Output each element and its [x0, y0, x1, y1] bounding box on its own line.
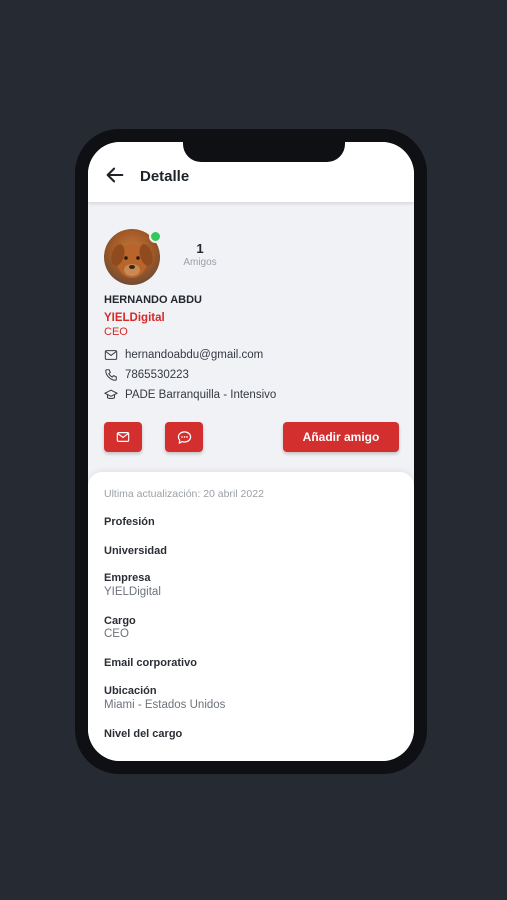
add-friend-button[interactable]: Añadir amigo: [283, 422, 399, 452]
profile-name: HERNANDO ABDU: [104, 294, 202, 306]
friends-label: Amigos: [183, 257, 217, 268]
position-value: CEO: [104, 628, 129, 640]
send-message-button[interactable]: [165, 422, 203, 452]
profession-label: Profesión: [104, 516, 155, 528]
phone-frame: Detalle 1 Amigos HERNANDO ABDU YIELDigit…: [75, 129, 427, 774]
back-arrow-icon[interactable]: [104, 164, 126, 186]
phone-row: 7865530223: [104, 367, 189, 383]
chat-icon: [177, 430, 191, 444]
send-email-button[interactable]: [104, 422, 142, 452]
program-row: PADE Barranquilla - Intensivo: [104, 387, 276, 403]
last-updated-text: Ultima actualización: 20 abril 2022: [104, 488, 264, 500]
location-value: Miami - Estados Unidos: [104, 699, 226, 711]
online-status-dot: [149, 230, 162, 243]
details-card: Ultima actualización: 20 abril 2022 Prof…: [88, 472, 414, 761]
phone-text: 7865530223: [125, 369, 189, 381]
avatar-container: [104, 229, 162, 285]
company-value: YIELDigital: [104, 586, 161, 598]
mail-icon: [104, 350, 118, 360]
position-level-label: Nivel del cargo: [104, 728, 183, 740]
position-label: Cargo: [104, 615, 136, 627]
corporate-email-label: Email corporativo: [104, 657, 197, 669]
phone-notch: [183, 142, 345, 162]
graduation-cap-icon: [104, 389, 118, 400]
page-title: Detalle: [140, 168, 190, 185]
app-screen: Detalle 1 Amigos HERNANDO ABDU YIELDigit…: [88, 142, 414, 761]
phone-icon: [105, 369, 117, 381]
email-row: hernandoabdu@gmail.com: [104, 347, 263, 363]
email-text: hernandoabdu@gmail.com: [125, 349, 264, 361]
company-label: Empresa: [104, 572, 151, 584]
program-text: PADE Barranquilla - Intensivo: [125, 389, 277, 401]
university-label: Universidad: [104, 545, 167, 557]
mail-icon: [116, 432, 130, 442]
friends-count: 1: [196, 241, 204, 256]
profile-role: CEO: [104, 326, 128, 338]
profile-company: YIELDigital: [104, 312, 165, 324]
location-label: Ubicación: [104, 685, 157, 697]
